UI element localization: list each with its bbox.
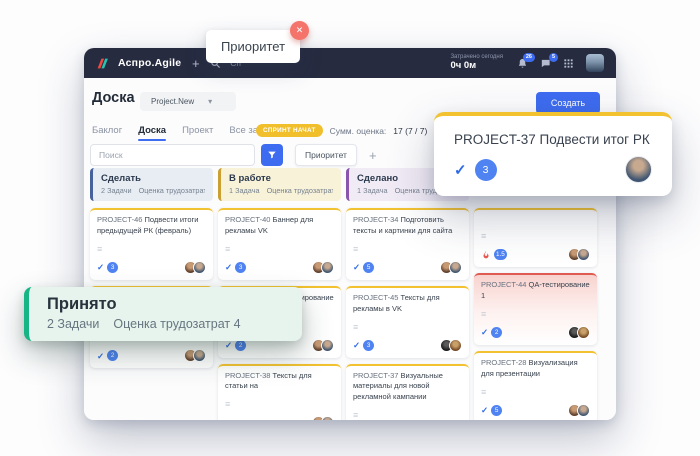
notifications-button[interactable]: 26 [517, 58, 528, 69]
create-button[interactable]: Создать [536, 92, 600, 114]
avatar [577, 404, 590, 417]
project-select[interactable]: Project.New [140, 92, 236, 111]
avatar [193, 349, 206, 362]
estimate-badge: 2 [107, 350, 118, 361]
task-title: PROJECT-46 Подвести итоги предыдущей РК … [97, 215, 206, 237]
check-icon [481, 328, 488, 337]
description-icon [353, 239, 462, 257]
chevron-down-icon [208, 97, 212, 106]
app-window: Аспро.Agile Сп Затрачено сегодня 0ч 0м 2… [84, 48, 616, 420]
task-title: PROJECT-28 Визуализация для презентации [481, 358, 590, 380]
task-card[interactable]: PROJECT-46 Подвести итоги предыдущей РК … [90, 208, 213, 280]
estimate-badge: 3 [107, 262, 118, 273]
estimate-badge: 5 [491, 405, 502, 416]
time-tracker: Затрачено сегодня 0ч 0м [450, 54, 503, 72]
column-done: Сделано 1 Задача Оценка трудозатрат PROJ… [346, 168, 469, 420]
description-icon [481, 304, 590, 322]
task-card[interactable]: 1.5 [474, 208, 597, 267]
avatar [321, 261, 334, 274]
check-icon [454, 161, 467, 179]
description-icon [481, 226, 590, 244]
tab-project[interactable]: Проект [182, 125, 213, 141]
accepted-column-overlay: Принято 2 Задачи Оценка трудозатрат 4 [24, 287, 302, 341]
sprint-status-badge: СПРИНТ НАЧАТ [256, 124, 323, 137]
task-card[interactable]: PROJECT-40 Баннер для рекламы VK 3 [218, 208, 341, 280]
task-card[interactable]: PROJECT-28 Визуализация для презентации … [474, 351, 597, 420]
column-header: В работе 1 Задача Оценка трудозатрат 3 [218, 168, 341, 201]
task-card[interactable]: PROJECT-37 Визуальные материалы для ново… [346, 364, 469, 421]
description-icon [225, 394, 334, 412]
task-popup-card[interactable]: PROJECT-37 Подвести итог РК 3 [434, 112, 672, 196]
tab-board[interactable]: Доска [138, 125, 166, 141]
app-name: Аспро.Agile [118, 57, 181, 69]
score-label: Сумм. оценка: [330, 126, 387, 136]
description-icon [353, 317, 462, 335]
avatar [321, 416, 334, 420]
task-title: PROJECT-37 Визуальные материалы для ново… [353, 371, 462, 404]
avatar [577, 326, 590, 339]
board-tabs: Баклог Доска Проект Все задачи [92, 125, 279, 141]
messages-button[interactable]: 5 [540, 58, 551, 69]
check-icon [225, 341, 232, 350]
column-header: Сделать 2 Задачи Оценка трудозатрат 4 [90, 168, 213, 201]
avatar [193, 261, 206, 274]
accepted-count: 2 Задачи [47, 317, 99, 331]
task-card[interactable]: PROJECT-38 Тексты для статьи на [218, 364, 341, 421]
check-icon [353, 341, 360, 350]
accepted-estimate: Оценка трудозатрат 4 [113, 317, 240, 331]
top-navbar: Аспро.Agile Сп Затрачено сегодня 0ч 0м 2… [84, 48, 616, 78]
check-icon [353, 263, 360, 272]
estimate-badge: 2 [491, 327, 502, 338]
task-title: PROJECT-44 QA-тестирование 1 [481, 280, 590, 302]
estimate-badge: 5 [363, 262, 374, 273]
tab-backlog[interactable]: Баклог [92, 125, 122, 141]
avatar [321, 339, 334, 352]
check-icon [225, 263, 232, 272]
add-filter-button[interactable]: + [369, 148, 377, 163]
accepted-title: Принято [47, 295, 284, 314]
page-title: Доска [92, 90, 135, 106]
check-icon [97, 352, 104, 361]
score-value: 17 (7 / 7) [393, 126, 427, 136]
user-avatar[interactable] [586, 54, 604, 72]
description-icon [225, 239, 334, 257]
apps-grid-icon[interactable] [563, 58, 574, 69]
page: Аспро.Agile Сп Затрачено сегодня 0ч 0м 2… [0, 0, 700, 456]
avatar [625, 156, 652, 183]
check-icon [481, 406, 488, 415]
task-title: PROJECT-38 Тексты для статьи на [225, 371, 334, 393]
estimate-badge: 3 [235, 262, 246, 273]
avatar [449, 339, 462, 352]
search-input[interactable] [90, 144, 255, 166]
description-icon [97, 239, 206, 257]
close-icon[interactable] [290, 21, 309, 40]
avatar [449, 261, 462, 274]
priority-tooltip: Приоритет [206, 30, 300, 63]
task-card[interactable]: PROJECT-44 QA-тестирование 1 2 [474, 273, 597, 345]
estimate-badge: 3 [475, 159, 497, 181]
project-name: Project.New [151, 97, 194, 106]
app-logo-icon [96, 57, 109, 70]
task-card[interactable]: PROJECT-45 Тексты для рекламы в VK 3 [346, 286, 469, 358]
check-icon [97, 263, 104, 272]
avatar [577, 248, 590, 261]
add-icon[interactable] [190, 58, 201, 69]
fire-icon [481, 250, 491, 260]
description-icon [353, 405, 462, 420]
popup-task-title: PROJECT-37 Подвести итог РК [454, 132, 652, 147]
funnel-icon [267, 148, 277, 163]
messages-count: 5 [549, 53, 558, 63]
column-accepted: 1.5 PROJECT-44 QA-тестирование 1 2 PROJE… [474, 208, 597, 420]
estimate-badge: 2 [235, 340, 246, 351]
description-icon [481, 382, 590, 400]
estimate-badge: 1.5 [494, 249, 507, 260]
priority-filter-chip[interactable]: Приоритет [295, 144, 357, 166]
estimate-badge: 3 [363, 340, 374, 351]
task-title: PROJECT-40 Баннер для рекламы VK [225, 215, 334, 237]
task-title: PROJECT-34 Подготовить тексты и картинки… [353, 215, 462, 237]
notifications-count: 26 [523, 53, 535, 63]
filter-button[interactable] [261, 144, 283, 166]
task-card[interactable]: PROJECT-34 Подготовить тексты и картинки… [346, 208, 469, 280]
task-title: PROJECT-45 Тексты для рекламы в VK [353, 293, 462, 315]
